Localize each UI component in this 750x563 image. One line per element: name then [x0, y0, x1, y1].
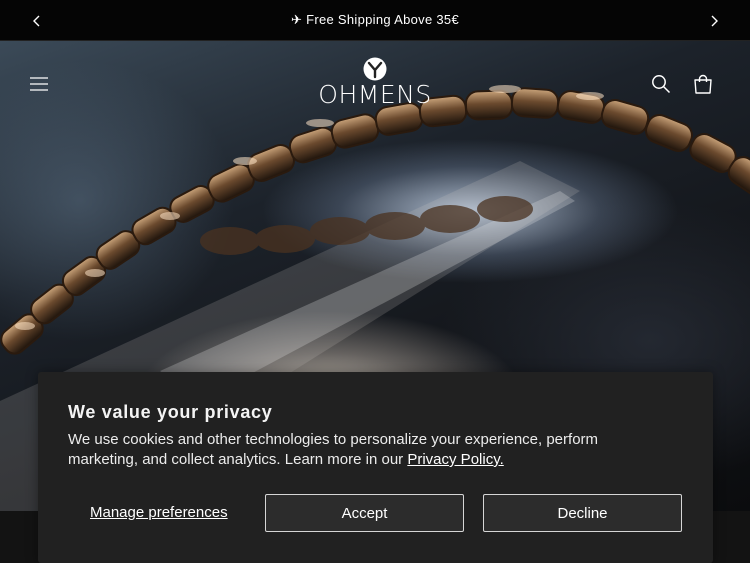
search-icon[interactable] — [645, 68, 677, 100]
manage-preferences-button[interactable]: Manage preferences — [90, 504, 228, 521]
privacy-policy-link[interactable]: Privacy Policy. — [407, 451, 503, 468]
cart-icon[interactable] — [687, 68, 719, 100]
accept-button[interactable]: Accept — [265, 494, 464, 532]
chevron-left-icon[interactable] — [16, 0, 57, 41]
hamburger-menu-icon[interactable] — [23, 68, 55, 100]
announcement-bar: ✈ Free Shipping Above 35€ — [0, 0, 750, 41]
cookie-banner: We value your privacy We use cookies and… — [38, 372, 713, 563]
cookie-title: We value your privacy — [68, 402, 273, 422]
decline-button[interactable]: Decline — [483, 494, 682, 532]
logo-mark-icon — [363, 57, 387, 81]
cookie-body: We use cookies and other technologies to… — [68, 430, 668, 470]
brand-logo[interactable]: OHMENS — [300, 57, 450, 117]
cookie-body-text: We use cookies and other technologies to… — [68, 431, 599, 468]
announcement-text: ✈ Free Shipping Above 35€ — [290, 12, 459, 27]
logo-text: OHMENS — [318, 80, 432, 109]
chevron-right-icon[interactable] — [693, 0, 734, 41]
